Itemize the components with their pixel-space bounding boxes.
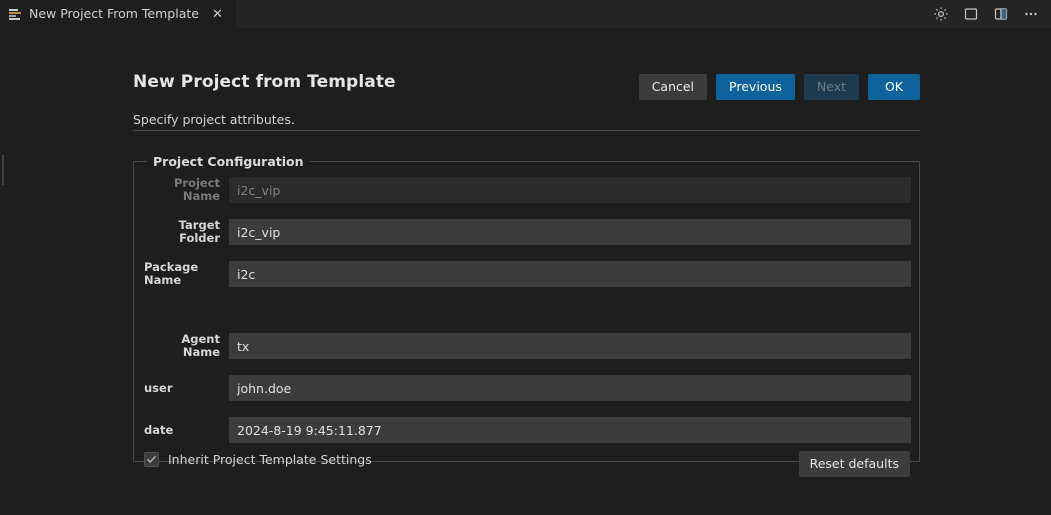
form-row-user: user: [144, 375, 911, 401]
reset-defaults-button[interactable]: Reset defaults: [798, 451, 910, 477]
form-row-target-folder: Target Folder: [144, 219, 911, 245]
label-target-folder: Target Folder: [178, 218, 220, 245]
gear-icon[interactable]: [933, 6, 949, 22]
form-row-package-name: Package Name: [144, 261, 911, 287]
next-button: Next: [803, 74, 859, 100]
label-user: user: [144, 380, 173, 395]
page-subtitle: Specify project attributes.: [133, 112, 295, 127]
checkmark-icon: [147, 455, 156, 463]
more-options-icon[interactable]: [1023, 6, 1039, 22]
form-row-agent-name: Agent Name: [144, 333, 911, 359]
cancel-button[interactable]: Cancel: [638, 74, 708, 100]
wizard-button-row: Cancel Previous Next OK: [638, 74, 920, 100]
input-package-name[interactable]: [229, 261, 911, 287]
input-agent-name[interactable]: [229, 333, 911, 359]
previous-button[interactable]: Previous: [716, 74, 795, 100]
split-pane-layout-icon[interactable]: [993, 6, 1009, 22]
close-icon[interactable]: ✕: [209, 6, 226, 23]
header-divider: [133, 130, 920, 131]
input-user[interactable]: [229, 375, 911, 401]
form-row-project-name: Project Name: [144, 177, 911, 203]
wizard-page: New Project from Template Cancel Previou…: [0, 28, 1051, 515]
input-target-folder[interactable]: [229, 219, 911, 245]
header-row: New Project from Template Cancel Previou…: [133, 72, 920, 100]
label-project-name: Project Name: [173, 176, 220, 203]
page-title: New Project from Template: [133, 72, 396, 92]
tab-bar: New Project From Template ✕: [0, 0, 1051, 28]
inherit-template-settings-row: Inherit Project Template Settings: [144, 452, 372, 467]
project-configuration-form: Project Name Target Folder Package Name …: [134, 162, 919, 477]
inherit-template-settings-label: Inherit Project Template Settings: [168, 452, 372, 467]
input-date[interactable]: [229, 417, 911, 443]
form-row-date: date: [144, 417, 911, 443]
project-configuration-group: Project Configuration Project Name Targe…: [133, 154, 920, 477]
label-date: date: [144, 422, 174, 437]
tab-bar-actions: [933, 0, 1051, 28]
single-pane-layout-icon[interactable]: [963, 6, 979, 22]
ok-button[interactable]: OK: [868, 74, 920, 100]
list-lines-icon: [9, 8, 21, 20]
label-package-name: Package Name: [144, 260, 199, 287]
label-agent-name: Agent Name: [181, 332, 220, 359]
input-project-name: [229, 177, 911, 203]
tab-label: New Project From Template: [29, 6, 199, 21]
inherit-template-settings-checkbox[interactable]: [144, 452, 159, 467]
tab-new-project-from-template[interactable]: New Project From Template ✕: [0, 0, 236, 28]
